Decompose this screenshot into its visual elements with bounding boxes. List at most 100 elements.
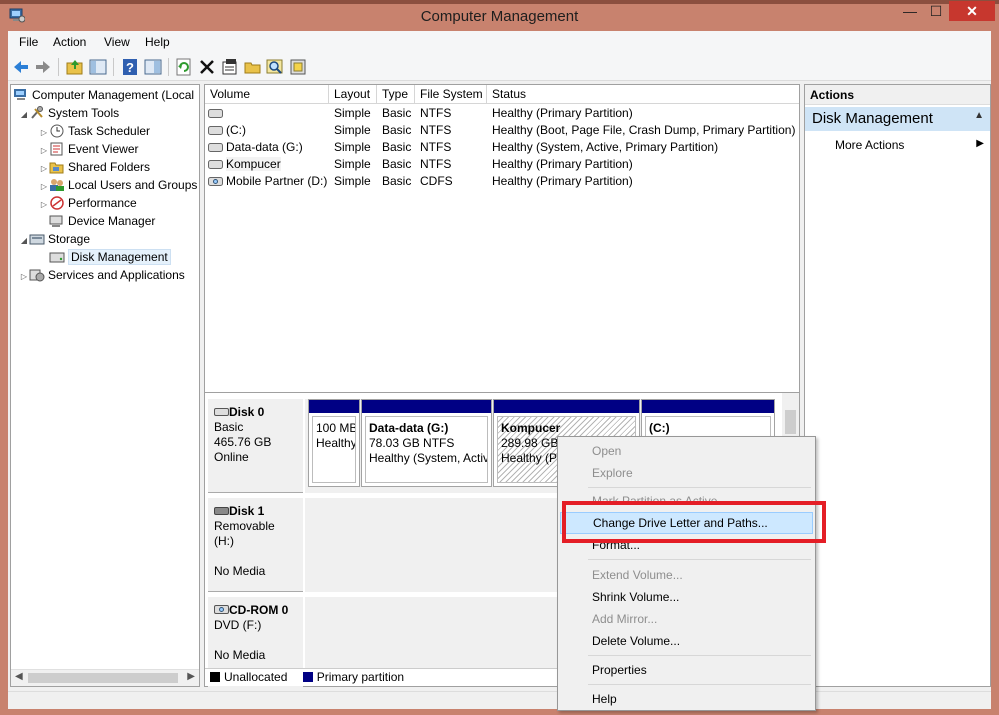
storage-icon	[29, 232, 45, 246]
properties-icon[interactable]	[220, 57, 240, 77]
menu-separator	[588, 655, 811, 656]
disk-wizard-icon[interactable]	[288, 57, 308, 77]
table-row[interactable]: (C:) Simple Basic NTFS Healthy (Boot, Pa…	[205, 122, 799, 139]
disk-type: DVD (F:)	[214, 618, 262, 632]
tree-item-storage[interactable]: ◢ Storage	[19, 230, 90, 248]
tree-item-root[interactable]: Computer Management (Local	[13, 86, 194, 104]
column-header-type[interactable]: Type	[377, 85, 415, 104]
layout-cell: Simple	[334, 106, 371, 120]
actions-pane: Actions Disk Management ▲ More Actions ▶	[804, 84, 991, 687]
tree-item-system-tools[interactable]: ◢ System Tools	[19, 104, 119, 122]
fs-cell: NTFS	[420, 140, 452, 154]
show-hide-tree-icon[interactable]	[88, 57, 108, 77]
column-header-file-system[interactable]: File System	[415, 85, 487, 104]
menu-item-delete-volume[interactable]: Delete Volume...	[560, 630, 813, 652]
disk-state: No Media	[214, 564, 266, 578]
title-bar[interactable]: Computer Management — ☐ ✕	[0, 0, 999, 32]
submenu-arrow-icon[interactable]: ▶	[976, 138, 984, 149]
type-cell: Basic	[382, 140, 412, 154]
table-row[interactable]: Simple Basic NTFS Healthy (Primary Parti…	[205, 105, 799, 122]
table-row[interactable]: Mobile Partner (D:) Simple Basic CDFS He…	[205, 173, 799, 190]
collapse-up-icon[interactable]: ▲	[974, 110, 984, 121]
layout-cell: Simple	[334, 123, 371, 137]
layout-cell: Simple	[334, 174, 371, 188]
menu-item-add-mirror[interactable]: Add Mirror...	[560, 608, 813, 630]
type-cell: Basic	[382, 106, 412, 120]
search-icon[interactable]	[265, 57, 285, 77]
tree-item-local-users[interactable]: ▷ Local Users and Groups	[39, 176, 197, 194]
tree-label-shared-folders: Shared Folders	[68, 160, 151, 174]
tree-horizontal-scrollbar[interactable]: ◀ ▶	[11, 669, 199, 686]
delete-x-icon[interactable]	[197, 57, 217, 77]
tree-label-services: Services and Applications	[48, 268, 185, 282]
column-header-layout[interactable]: Layout	[329, 85, 377, 104]
refresh-icon[interactable]	[174, 57, 194, 77]
maximize-button[interactable]: ☐	[923, 1, 949, 21]
partition-body: 100 MB Healthy	[312, 416, 356, 483]
partition-data-data[interactable]: Data-data (G:) 78.03 GB NTFS Healthy (Sy…	[361, 399, 492, 487]
expanded-triangle-icon[interactable]: ◢	[19, 232, 29, 250]
collapsed-triangle-icon[interactable]: ▷	[19, 268, 29, 286]
menu-item-extend-volume[interactable]: Extend Volume...	[560, 564, 813, 586]
column-header-volume[interactable]: Volume	[205, 85, 329, 104]
tree-label-disk-management: Disk Management	[68, 249, 171, 265]
collapsed-triangle-icon[interactable]: ▷	[39, 196, 49, 214]
tree-label-performance: Performance	[68, 196, 137, 210]
forward-arrow-icon[interactable]	[33, 57, 53, 77]
column-header-status[interactable]: Status	[487, 85, 799, 104]
disk-management-icon	[49, 250, 65, 264]
partition-name: Kompucer	[501, 421, 561, 435]
disk-0-label[interactable]: Disk 0 Basic 465.76 GB Online	[208, 399, 303, 493]
tree-item-task-scheduler[interactable]: ▷ Task Scheduler	[39, 122, 150, 140]
open-folder-icon[interactable]	[243, 57, 263, 77]
menu-help[interactable]: Help	[145, 35, 170, 49]
services-icon	[29, 268, 45, 282]
clock-icon	[49, 124, 65, 138]
help-icon[interactable]: ?	[120, 57, 140, 77]
disk-map-scroll-thumb[interactable]	[785, 410, 796, 434]
context-menu: Open Explore Mark Partition as Active Ch…	[557, 436, 816, 711]
tree-item-performance[interactable]: ▷ Performance	[39, 194, 137, 212]
menu-item-shrink-volume[interactable]: Shrink Volume...	[560, 586, 813, 608]
window-title: Computer Management	[420, 8, 579, 25]
console-tree-icon[interactable]	[143, 57, 163, 77]
menu-item-explore[interactable]: Explore	[560, 462, 813, 484]
more-actions-link[interactable]: More Actions	[835, 138, 904, 152]
status-cell: Healthy (Primary Partition)	[492, 157, 633, 171]
menu-item-properties[interactable]: Properties	[560, 659, 813, 681]
minimize-button[interactable]: —	[897, 1, 923, 21]
status-cell: Healthy (Boot, Page File, Crash Dump, Pr…	[492, 123, 796, 137]
close-button[interactable]: ✕	[949, 1, 995, 21]
disk-type: Removable (H:)	[214, 519, 275, 548]
tree-item-services[interactable]: ▷ Services and Applications	[19, 266, 185, 284]
disk-1-label[interactable]: Disk 1 Removable (H:) No Media	[208, 498, 303, 592]
type-cell: Basic	[382, 174, 412, 188]
toolbar: ?	[8, 53, 991, 81]
menu-bar: File Action View Help	[8, 31, 991, 53]
expanded-triangle-icon[interactable]: ◢	[19, 106, 29, 124]
tree-label-storage: Storage	[48, 232, 91, 246]
menu-item-help[interactable]: Help	[560, 688, 813, 710]
fs-cell: NTFS	[420, 157, 452, 171]
fs-cell: NTFS	[420, 106, 452, 120]
partition-system-reserved[interactable]: 100 MB Healthy	[308, 399, 360, 487]
tree-item-device-manager[interactable]: Device Manager	[49, 212, 155, 230]
back-arrow-icon[interactable]	[11, 57, 31, 77]
partition-bar	[494, 400, 639, 413]
menu-item-open[interactable]: Open	[560, 440, 813, 462]
menu-action[interactable]: Action	[53, 35, 86, 49]
tree-item-shared-folders[interactable]: ▷ Shared Folders	[39, 158, 150, 176]
actions-section-disk-management[interactable]: Disk Management ▲	[805, 107, 990, 131]
tree-scroll-thumb[interactable]	[28, 673, 178, 683]
tree-item-disk-management[interactable]: Disk Management	[49, 248, 171, 266]
up-folder-icon[interactable]	[65, 57, 85, 77]
menu-file[interactable]: File	[19, 35, 38, 49]
menu-view[interactable]: View	[104, 35, 130, 49]
scroll-left-icon[interactable]: ◀	[15, 671, 23, 682]
tree-item-event-viewer[interactable]: ▷ Event Viewer	[39, 140, 139, 158]
volume-list: Volume Layout Type File System Status Si…	[204, 84, 800, 416]
table-row[interactable]: Kompucer Simple Basic NTFS Healthy (Prim…	[205, 156, 799, 173]
scroll-right-icon[interactable]: ▶	[187, 671, 195, 682]
layout-cell: Simple	[334, 140, 371, 154]
table-row[interactable]: Data-data (G:) Simple Basic NTFS Healthy…	[205, 139, 799, 156]
